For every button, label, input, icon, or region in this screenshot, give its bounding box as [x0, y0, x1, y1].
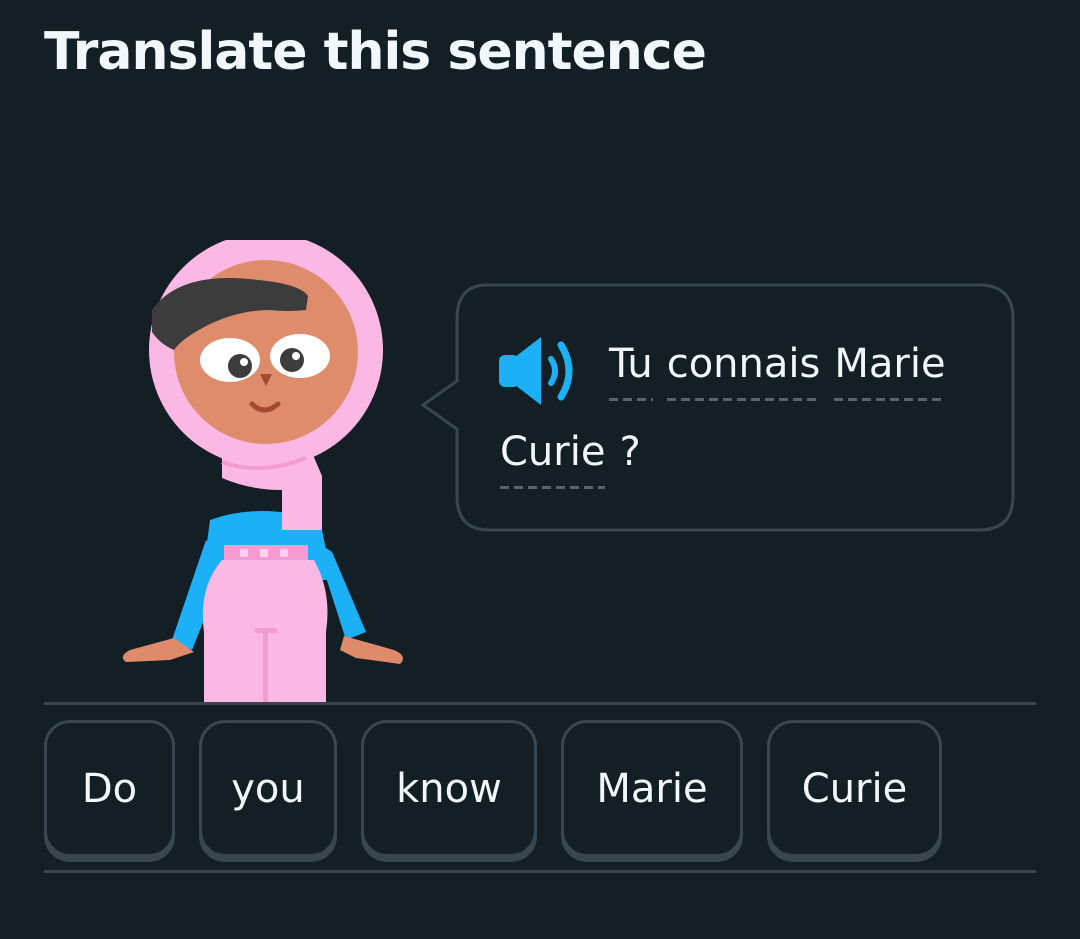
page-title: Translate this sentence [44, 22, 707, 82]
word-chip-know[interactable]: know [361, 720, 537, 857]
word-chip-do[interactable]: Do [44, 720, 175, 857]
answer-line-bottom [44, 870, 1036, 873]
prompt-line-2: Curie? [500, 429, 641, 489]
answer-line-top [44, 702, 1036, 705]
prompt-word-curie[interactable]: Curie [500, 429, 606, 489]
word-chip-curie[interactable]: Curie [767, 720, 942, 857]
prompt-question-mark: ? [619, 429, 641, 475]
speech-bubble: Tu connais Marie Curie? [419, 283, 1015, 532]
word-chip-you[interactable]: you [199, 720, 337, 857]
prompt-word-connais[interactable]: connais [666, 341, 820, 401]
character-illustration [122, 240, 403, 702]
prompt-word-tu[interactable]: Tu [609, 341, 653, 401]
word-chip-marie[interactable]: Marie [561, 720, 743, 857]
prompt-line-1: Tu connais Marie [609, 341, 946, 401]
prompt-word-marie[interactable]: Marie [834, 341, 946, 401]
speaker-icon[interactable] [497, 333, 589, 409]
